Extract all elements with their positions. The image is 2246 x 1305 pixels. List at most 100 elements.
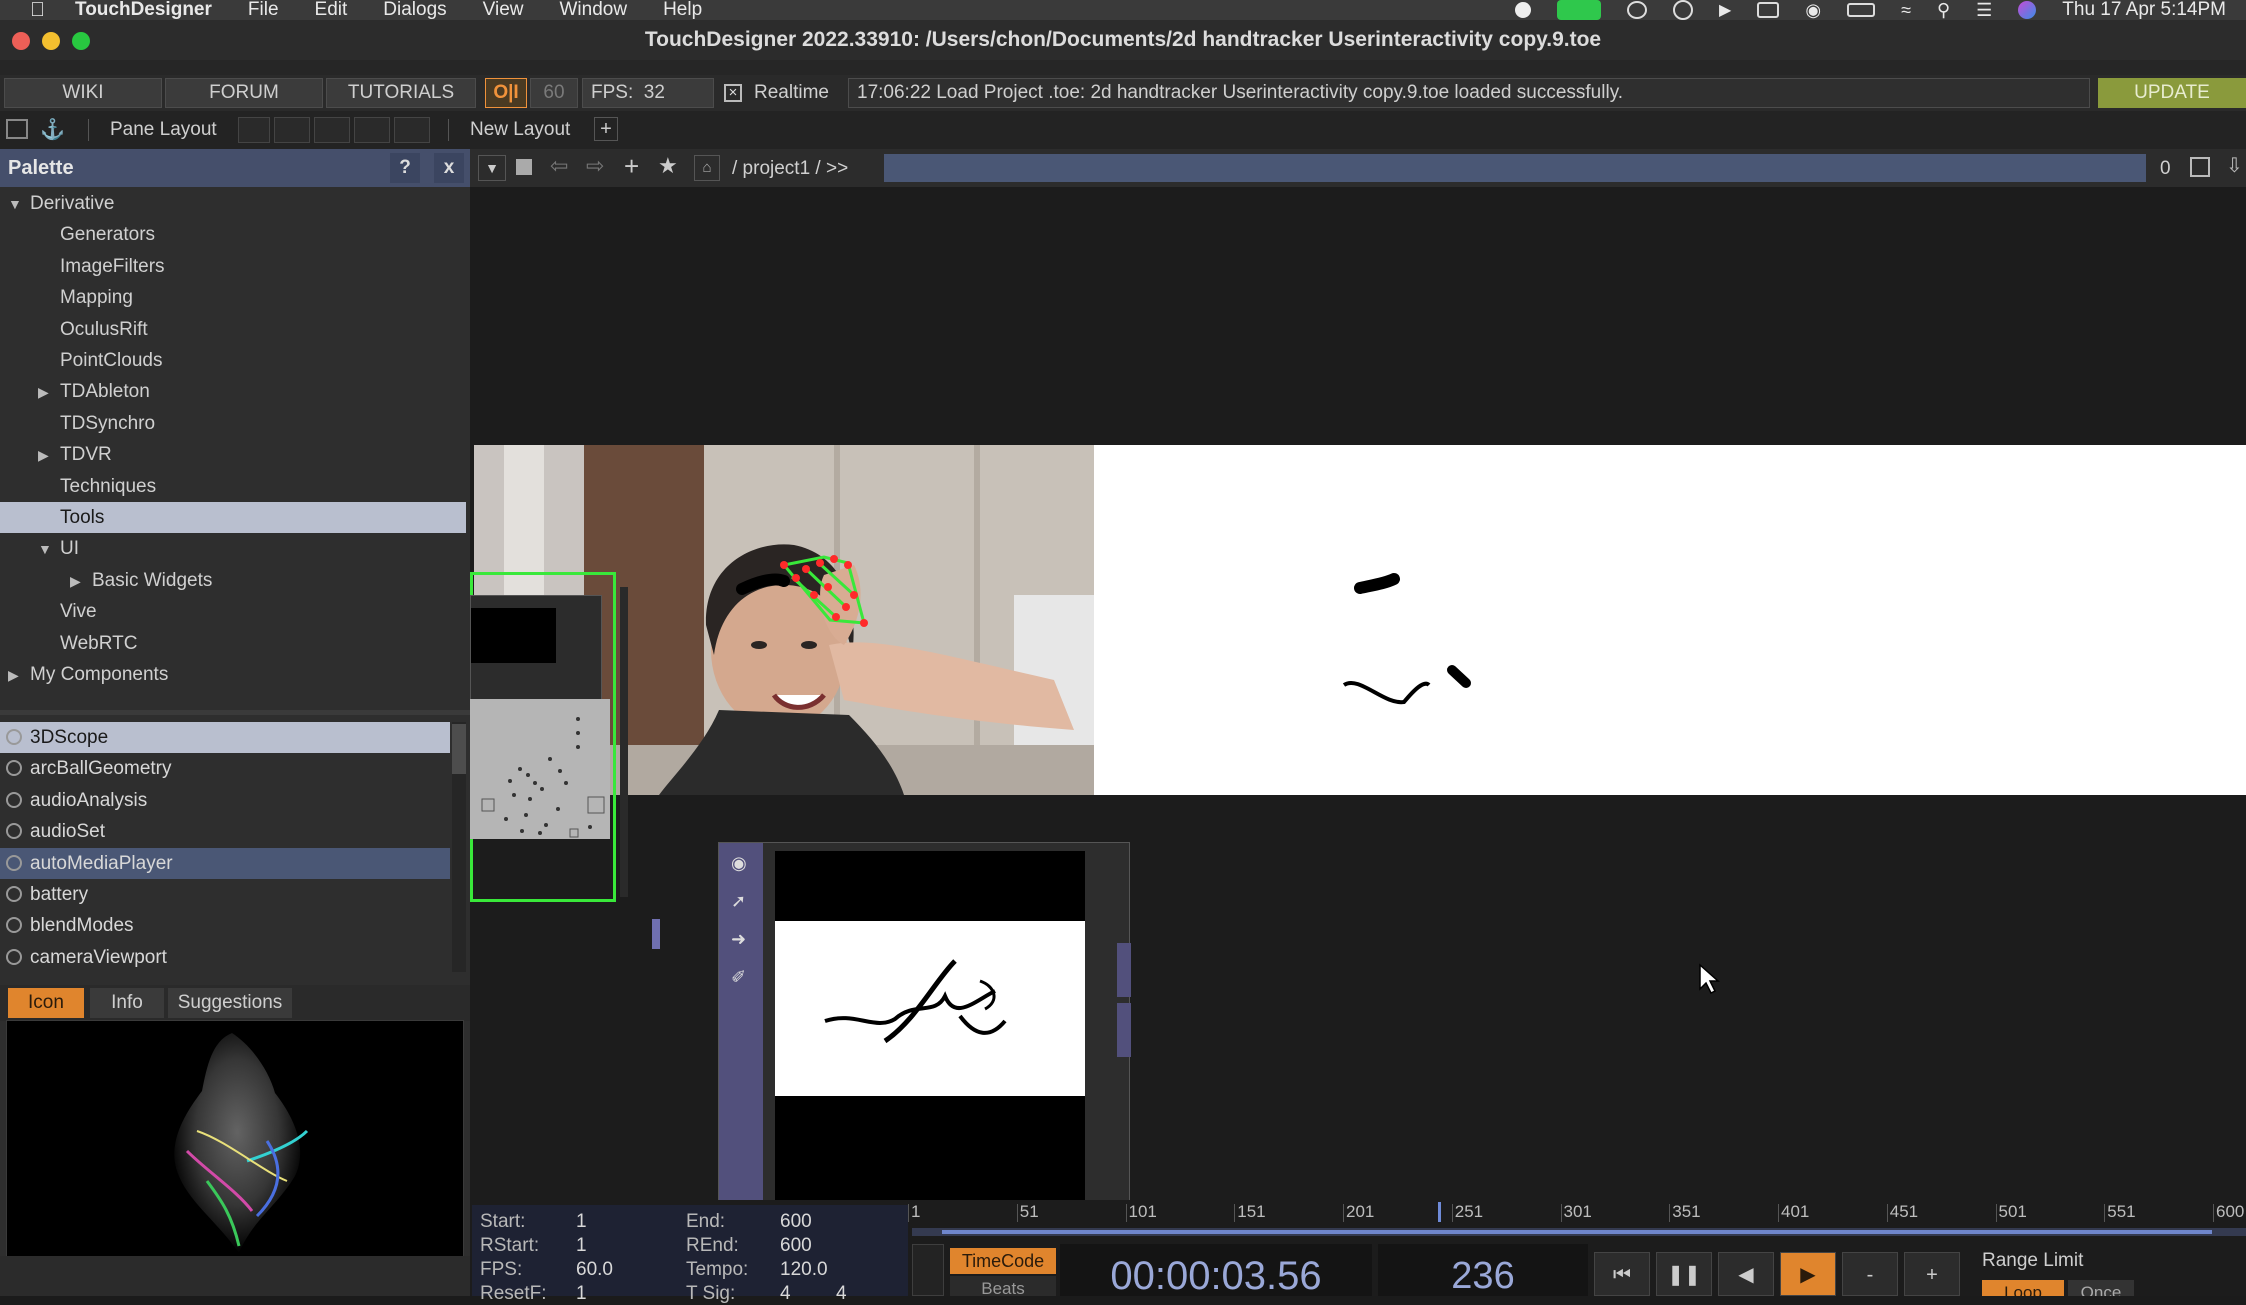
layout-split-horizontal-button[interactable] — [314, 117, 350, 143]
tree-item-ui[interactable]: ▼ UI — [38, 533, 79, 564]
node-brush-icon[interactable]: ✐ — [731, 967, 746, 988]
layout-split-vertical-button[interactable] — [274, 117, 310, 143]
realtime-checkbox[interactable]: × — [724, 84, 742, 102]
tree-item-my-components[interactable]: ▶ My Components — [8, 659, 168, 690]
back-arrow-icon[interactable]: ⇦ — [550, 153, 568, 179]
tree-item-vive[interactable]: Vive — [38, 596, 97, 627]
frame-display[interactable]: 236 — [1378, 1244, 1588, 1296]
node-point-op[interactable] — [470, 699, 610, 839]
update-button[interactable]: UPDATE — [2098, 78, 2246, 108]
palette-splitter[interactable] — [0, 710, 470, 715]
facetime-icon[interactable] — [1557, 0, 1602, 20]
component-item-automediaplayer[interactable]: autoMediaPlayer — [0, 847, 450, 879]
tab-suggestions[interactable]: Suggestions — [168, 988, 292, 1018]
tempo-value[interactable]: 120.0 — [780, 1259, 828, 1281]
tree-item-webrtc[interactable]: WebRTC — [38, 628, 137, 659]
play-forward-icon[interactable]: ▶ — [1780, 1252, 1836, 1296]
node-render-comp[interactable]: ◉ ➚ ➜ ✐ — [718, 842, 1131, 1209]
menu-app-name[interactable]: TouchDesigner — [75, 0, 212, 21]
palette-help-button[interactable]: ? — [390, 153, 420, 183]
siri-icon[interactable] — [2018, 1, 2037, 19]
node-top-op[interactable] — [470, 595, 602, 701]
range-bar[interactable] — [912, 1228, 2246, 1236]
end-value[interactable]: 600 — [780, 1211, 812, 1233]
tree-item-pointclouds[interactable]: PointClouds — [38, 345, 162, 376]
component-item-battery[interactable]: battery — [0, 879, 450, 910]
tutorials-button[interactable]: TUTORIALS — [326, 78, 476, 108]
loop-button[interactable]: Loop — [1982, 1280, 2064, 1296]
add-layout-icon[interactable]: + — [594, 117, 618, 141]
forum-button[interactable]: FORUM — [165, 78, 323, 108]
network-editor[interactable]: ◉ ➚ ➜ ✐ — [470, 187, 2246, 1209]
chevron-down-icon[interactable]: ▼ — [38, 534, 60, 565]
record-icon[interactable] — [1515, 2, 1532, 18]
rewind-start-icon[interactable]: ⏮ — [1594, 1252, 1650, 1296]
view-icon[interactable] — [6, 119, 28, 139]
rend-value[interactable]: 600 — [780, 1235, 812, 1257]
menu-help[interactable]: Help — [663, 0, 702, 21]
tab-info[interactable]: Info — [90, 988, 164, 1018]
close-window-icon[interactable] — [12, 32, 30, 50]
minimize-window-icon[interactable] — [42, 32, 60, 50]
clock[interactable]: Thu 17 Apr 5:14PM — [2062, 0, 2226, 21]
layout-single-button[interactable] — [238, 117, 270, 143]
stop-icon[interactable] — [516, 159, 532, 175]
drawing-output-viewer[interactable] — [1094, 445, 2246, 795]
fps-target[interactable]: 60 — [530, 78, 578, 108]
tree-item-basic-widgets[interactable]: ▶ Basic Widgets — [70, 565, 212, 596]
layout-four-button[interactable] — [394, 117, 430, 143]
maximize-window-icon[interactable] — [72, 32, 90, 50]
tree-item-tools[interactable]: Tools — [38, 502, 104, 533]
tab-icon[interactable]: Icon — [8, 988, 84, 1018]
beats-toggle[interactable]: Beats — [950, 1276, 1056, 1296]
tree-item-imagefilters[interactable]: ImageFilters — [38, 251, 165, 282]
tree-item-generators[interactable]: Generators — [38, 219, 155, 250]
menu-window[interactable]: Window — [559, 0, 627, 21]
forward-arrow-icon[interactable]: ⇨ — [586, 153, 604, 179]
timecode-toggle[interactable]: TimeCode — [950, 1248, 1056, 1274]
chevron-right-icon[interactable]: ▶ — [70, 566, 92, 597]
airdrop-icon[interactable]: ◉ — [1805, 0, 1821, 21]
play-icon[interactable]: ▶ — [1719, 0, 1731, 20]
screen-record-icon[interactable] — [1627, 1, 1648, 19]
tsig-numerator[interactable]: 4 — [780, 1283, 791, 1305]
globe-icon[interactable] — [1673, 0, 1694, 20]
node-arrow-icon[interactable]: ➜ — [731, 929, 746, 950]
speed-plus-button[interactable]: + — [1904, 1252, 1960, 1296]
chevron-right-icon[interactable]: ▶ — [38, 440, 60, 471]
chevron-right-icon[interactable]: ▶ — [38, 377, 60, 408]
menu-view[interactable]: View — [483, 0, 524, 21]
start-value[interactable]: 1 — [576, 1211, 587, 1233]
rstart-value[interactable]: 1 — [576, 1235, 587, 1257]
tree-item-oculusrift[interactable]: OculusRift — [38, 314, 148, 345]
tree-item-derivative[interactable]: ▼ Derivative — [8, 188, 114, 219]
component-item-3dscope[interactable]: 3DScope — [0, 722, 450, 753]
path-field[interactable] — [884, 154, 2146, 182]
tree-item-tdableton[interactable]: ▶ TDAbleton — [38, 376, 150, 407]
tree-item-techniques[interactable]: Techniques — [38, 471, 156, 502]
component-item-blendmodes[interactable]: blendModes — [0, 910, 450, 941]
timecode-display[interactable]: 00:00:03.56 — [1060, 1244, 1372, 1296]
component-list-scrollbar[interactable] — [452, 722, 466, 972]
menu-dialogs[interactable]: Dialogs — [383, 0, 446, 21]
tree-item-tdsynchro[interactable]: TDSynchro — [38, 408, 155, 439]
new-layout-label[interactable]: New Layout — [470, 119, 570, 141]
component-item-audioset[interactable]: audioSet — [0, 816, 450, 847]
home-icon[interactable]: ⌂ — [694, 155, 720, 181]
apple-menu-icon[interactable]:  — [30, 0, 45, 22]
network-path[interactable]: / project1 / >> — [732, 158, 848, 180]
palette-close-button[interactable]: x — [434, 153, 464, 183]
playhead[interactable] — [1438, 1202, 1441, 1222]
menu-edit[interactable]: Edit — [315, 0, 348, 21]
maximize-pane-icon[interactable] — [2190, 157, 2210, 177]
menu-file[interactable]: File — [248, 0, 279, 21]
oi-button[interactable]: O|I — [485, 78, 527, 108]
control-center-icon[interactable]: ☰ — [1976, 0, 1992, 21]
component-item-cameraviewport[interactable]: cameraViewport — [0, 942, 450, 973]
download-icon[interactable]: ⇩ — [2226, 153, 2243, 178]
once-button[interactable]: Once — [2068, 1280, 2134, 1296]
tree-item-mapping[interactable]: Mapping — [38, 282, 133, 313]
fps-value[interactable]: 60.0 — [576, 1259, 613, 1281]
step-back-icon[interactable]: ◀ — [1718, 1252, 1774, 1296]
tsig-denominator[interactable]: 4 — [836, 1283, 847, 1305]
